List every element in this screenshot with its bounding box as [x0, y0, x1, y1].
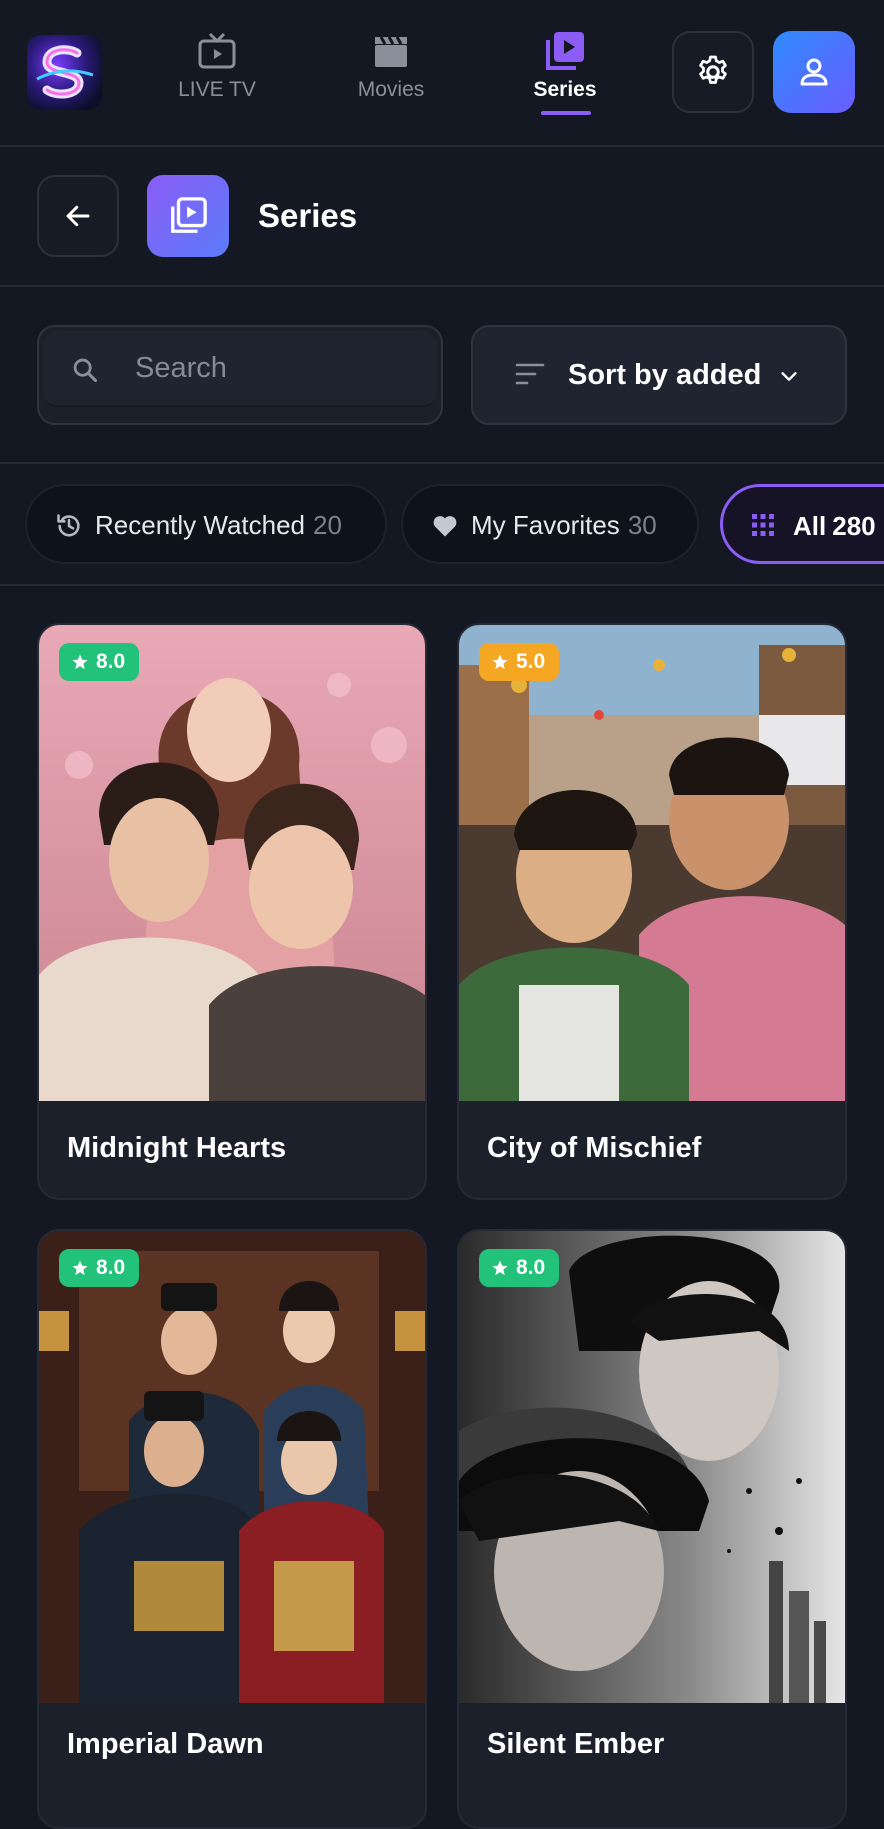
- nav-series-label: Series: [533, 78, 597, 101]
- tv-icon: [198, 32, 236, 69]
- play-stack-icon: [546, 32, 584, 70]
- series-title: City of Mischief: [487, 1132, 702, 1164]
- series-poster: 8.0: [459, 1231, 845, 1703]
- series-card[interactable]: 5.0 City of Mischief: [457, 623, 847, 1200]
- series-poster: 5.0: [459, 625, 845, 1101]
- active-tab-indicator: [541, 111, 591, 115]
- series-title: Silent Ember: [487, 1728, 665, 1760]
- chip-all[interactable]: All 280: [720, 484, 884, 564]
- rating-badge: 8.0: [59, 1249, 140, 1287]
- profile-button[interactable]: [773, 31, 855, 113]
- chip-my-favorites[interactable]: My Favorites 30: [401, 484, 699, 564]
- chip-count: 20: [313, 510, 342, 540]
- history-icon: [57, 514, 80, 537]
- rating-badge: 8.0: [59, 643, 140, 681]
- series-poster: 8.0: [39, 1231, 425, 1703]
- filter-chips: Recently Watched 20 My Favorites 30 All 280: [0, 464, 884, 586]
- star-icon: [72, 1260, 88, 1276]
- chevron-down-icon: [781, 372, 797, 381]
- search-field-inner: [43, 331, 437, 407]
- series-card[interactable]: 8.0 Midnight Hearts: [37, 623, 427, 1200]
- chip-my-favorites-label: My Favorites 30: [471, 510, 657, 540]
- chip-recently-watched[interactable]: Recently Watched 20: [25, 484, 387, 564]
- series-header-icon: [147, 175, 229, 257]
- search-sort-row: Sort by added: [0, 287, 884, 464]
- rating-value: 8.0: [96, 650, 126, 673]
- chip-count: 30: [627, 510, 657, 540]
- rating-value: 8.0: [516, 1256, 546, 1279]
- heart-icon: [433, 516, 457, 537]
- gear-icon: [699, 55, 727, 84]
- settings-button[interactable]: [672, 31, 754, 113]
- rating-badge: 5.0: [479, 643, 560, 681]
- page-header: Series: [0, 147, 884, 287]
- nav-series[interactable]: Series: [495, 30, 635, 102]
- series-poster: 8.0: [39, 625, 425, 1101]
- nav-live-tv[interactable]: LIVE TV: [147, 30, 287, 102]
- arrow-left-icon: [66, 205, 90, 227]
- search-icon: [73, 358, 98, 383]
- grid-icon: [752, 514, 774, 536]
- series-card[interactable]: 8.0 Imperial Dawn: [37, 1229, 427, 1829]
- series-title: Midnight Hearts: [67, 1132, 287, 1164]
- play-stack-icon: [171, 197, 207, 233]
- nav-movies[interactable]: Movies: [321, 30, 461, 102]
- sort-label: Sort by added: [568, 359, 762, 391]
- logo-s-icon: [36, 45, 94, 99]
- back-button[interactable]: [37, 175, 119, 257]
- chip-all-label: All 280: [793, 511, 876, 541]
- rating-value: 5.0: [516, 650, 546, 673]
- star-icon: [492, 1260, 508, 1276]
- search-field[interactable]: [37, 325, 443, 425]
- user-icon: [800, 58, 828, 86]
- rating-badge: 8.0: [479, 1249, 560, 1287]
- chip-recently-watched-label: Recently Watched 20: [95, 510, 342, 540]
- top-navigation: LIVE TV Movies Series: [0, 0, 884, 147]
- chip-count: 280: [832, 511, 876, 541]
- series-title: Imperial Dawn: [67, 1728, 264, 1760]
- sort-dropdown[interactable]: Sort by added: [471, 325, 847, 425]
- star-icon: [72, 654, 88, 670]
- sort-lines-icon: [515, 363, 545, 385]
- star-icon: [492, 654, 508, 670]
- search-input[interactable]: [133, 341, 417, 395]
- rating-value: 8.0: [96, 1256, 126, 1279]
- app-logo[interactable]: [27, 35, 102, 110]
- nav-movies-label: Movies: [357, 78, 425, 101]
- nav-live-tv-label: LIVE TV: [178, 78, 256, 101]
- clapperboard-icon: [375, 36, 407, 67]
- series-card[interactable]: 8.0 Silent Ember: [457, 1229, 847, 1829]
- page-title: Series: [258, 197, 358, 234]
